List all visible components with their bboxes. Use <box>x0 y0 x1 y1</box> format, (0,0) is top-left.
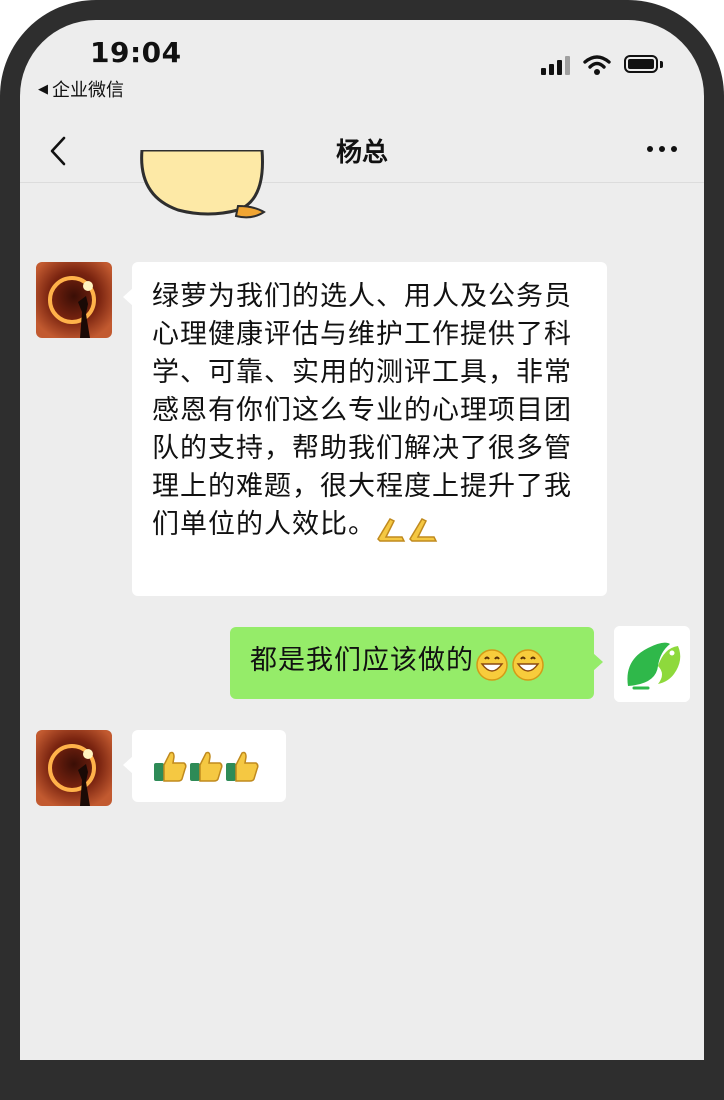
emoji-group <box>152 751 260 782</box>
grinning-face-icon <box>512 648 544 681</box>
emoji-group <box>376 517 440 542</box>
more-dot-icon <box>659 146 665 152</box>
emoji-group <box>474 648 546 681</box>
status-time: 19:04 <box>90 36 182 69</box>
message-text: 都是我们应该做的 <box>250 645 474 676</box>
grinning-face-icon <box>476 648 508 681</box>
praying-hands-icon <box>409 517 438 542</box>
message-bubble-incoming[interactable]: 绿萝为我们的选人、用人及公务员心理健康评估与维护工作提供了科学、可靠、实用的测评… <box>123 262 607 596</box>
contact-avatar[interactable] <box>36 730 112 806</box>
chat-screen: 19:04 ◀ 企业微信 杨总 绿萝为我们的选人、用人及公务员心理健康评估与维护… <box>20 20 704 1060</box>
more-dot-icon <box>671 146 677 152</box>
green-leaf-bird-logo-icon <box>614 626 690 702</box>
more-dot-icon <box>647 146 653 152</box>
thumbs-up-icon <box>226 751 259 782</box>
praying-hands-icon <box>377 517 406 542</box>
thumbs-up-icon <box>190 751 223 782</box>
back-triangle-icon: ◀ <box>38 81 48 97</box>
status-icons <box>541 54 664 76</box>
wifi-icon <box>583 55 611 75</box>
duck-sticker[interactable] <box>138 150 270 222</box>
message-bubble-incoming[interactable] <box>123 730 286 802</box>
cellular-signal-icon <box>541 55 570 75</box>
thumbs-up-icon <box>154 751 187 782</box>
chat-header: 杨总 <box>20 120 704 183</box>
return-to-app[interactable]: ◀ 企业微信 <box>38 76 124 102</box>
contact-avatar[interactable] <box>36 262 112 338</box>
battery-icon <box>624 55 664 75</box>
eclipse-giraffe-avatar <box>36 730 112 806</box>
chat-title: 杨总 <box>335 138 388 168</box>
more-options-button[interactable] <box>640 134 684 164</box>
my-avatar[interactable] <box>614 626 690 702</box>
message-bubble-outgoing[interactable]: 都是我们应该做的 <box>230 627 603 699</box>
return-app-label: 企业微信 <box>52 80 124 101</box>
message-text: 绿萝为我们的选人、用人及公务员心理健康评估与维护工作提供了科学、可靠、实用的测评… <box>152 281 572 540</box>
eclipse-giraffe-avatar <box>36 262 112 338</box>
